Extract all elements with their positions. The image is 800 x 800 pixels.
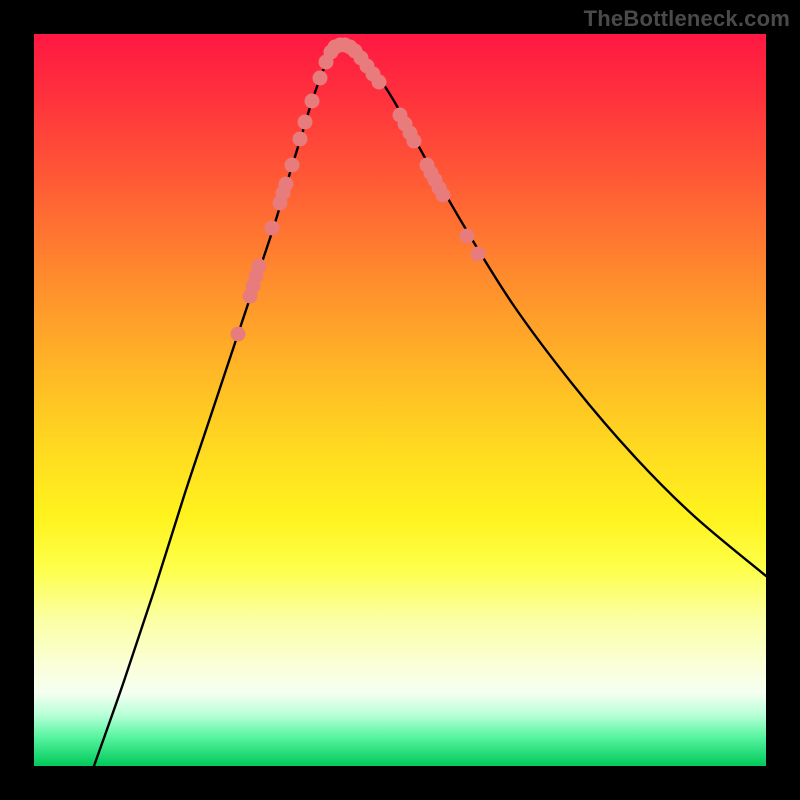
highlight-dot	[265, 221, 280, 236]
highlight-dot	[252, 259, 267, 274]
highlight-dot	[372, 75, 387, 90]
highlight-dots-group	[231, 38, 486, 342]
highlight-dot	[436, 188, 451, 203]
highlight-dot	[231, 327, 246, 342]
bottleneck-curve	[94, 45, 766, 766]
outer-frame: TheBottleneck.com	[0, 0, 800, 800]
highlight-dot	[293, 132, 308, 147]
chart-svg	[34, 34, 766, 766]
highlight-dot	[285, 158, 300, 173]
highlight-dot	[407, 134, 422, 149]
highlight-dot	[305, 94, 320, 109]
highlight-dot	[313, 71, 328, 86]
plot-area	[34, 34, 766, 766]
highlight-dot	[471, 247, 486, 262]
highlight-dot	[298, 115, 313, 130]
highlight-dot	[279, 177, 294, 192]
highlight-dot	[460, 229, 475, 244]
watermark-text: TheBottleneck.com	[584, 6, 790, 32]
